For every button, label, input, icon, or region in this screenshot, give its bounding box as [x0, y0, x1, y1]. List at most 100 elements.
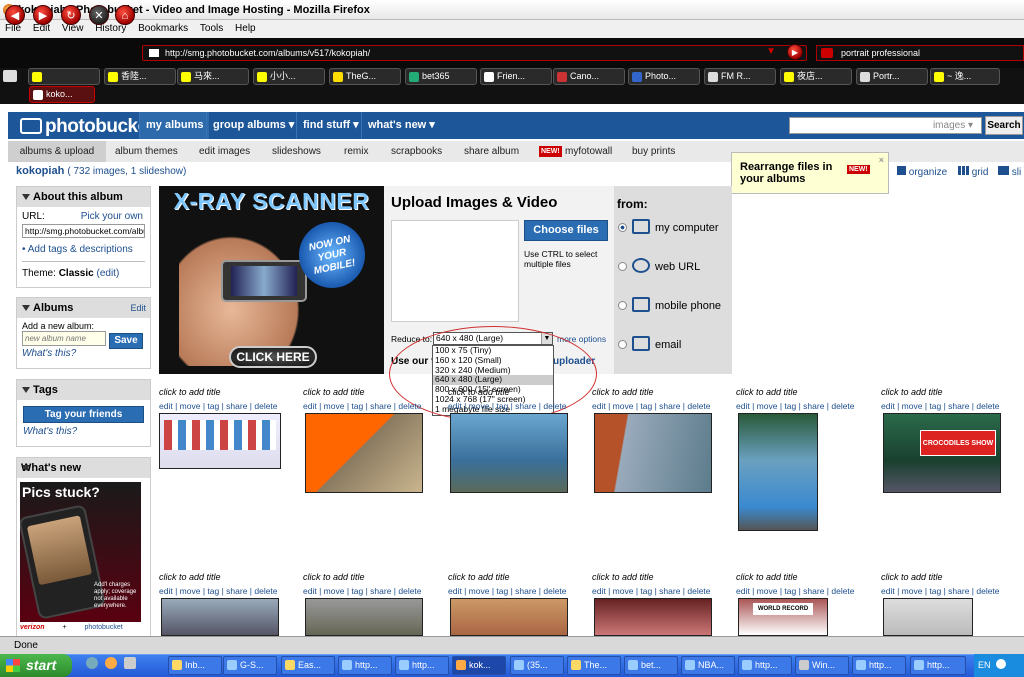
- thumb-move-link[interactable]: move: [902, 401, 923, 411]
- taskbar-item[interactable]: kok...: [452, 656, 506, 675]
- home-icon[interactable]: ⌂: [115, 5, 135, 25]
- tag-friends-button[interactable]: Tag your friends: [23, 406, 144, 423]
- save-album-button[interactable]: Save: [109, 333, 143, 349]
- thumb-delete-link[interactable]: delete: [398, 401, 421, 411]
- pig-photo[interactable]: [594, 598, 712, 636]
- verizon-ad[interactable]: Pics stuck? Add'l charges apply; coverag…: [20, 482, 141, 622]
- tray-icon[interactable]: [996, 659, 1007, 669]
- nav-whats-new[interactable]: what's new ▾: [361, 112, 441, 139]
- source-radio[interactable]: [618, 223, 627, 232]
- handler-closeup-photo[interactable]: [450, 598, 568, 636]
- thumb-move-link[interactable]: move: [613, 586, 634, 596]
- subnav-share-album[interactable]: share album: [464, 141, 519, 162]
- thumb-move-link[interactable]: move: [180, 586, 201, 596]
- thumb-edit-link[interactable]: edit: [159, 401, 173, 411]
- thumb-tag-link[interactable]: tag: [207, 586, 219, 596]
- thumb-share-link[interactable]: share: [803, 586, 824, 596]
- thumb-tag-link[interactable]: tag: [640, 401, 652, 411]
- thumb-tag-link[interactable]: tag: [351, 586, 363, 596]
- thumb-tag-link[interactable]: tag: [929, 401, 941, 411]
- tab[interactable]: ~ 逸...: [930, 68, 1000, 85]
- thumb-delete-link[interactable]: delete: [976, 401, 999, 411]
- thumb-caption[interactable]: click to add title: [303, 572, 365, 582]
- thumb-move-link[interactable]: move: [469, 401, 490, 411]
- language-indicator[interactable]: EN: [978, 660, 991, 670]
- tab-active[interactable]: koko...: [29, 86, 95, 103]
- tags-whats-this-link[interactable]: What's this?: [23, 426, 144, 437]
- thumb-share-link[interactable]: share: [226, 586, 247, 596]
- pick-your-own-link[interactable]: Pick your own: [81, 211, 143, 222]
- thumb-edit-link[interactable]: edit: [592, 401, 606, 411]
- thumb-delete-link[interactable]: delete: [831, 586, 854, 596]
- new-album-input[interactable]: [22, 331, 106, 346]
- crocodile-show-photo[interactable]: [305, 413, 423, 493]
- pb-search-button[interactable]: Search: [985, 116, 1023, 135]
- thumb-caption[interactable]: click to add title: [303, 387, 365, 397]
- thumb-tag-link[interactable]: tag: [351, 401, 363, 411]
- source-radio[interactable]: [618, 262, 627, 271]
- file-drop-area[interactable]: [391, 220, 519, 322]
- source-label[interactable]: web URL: [655, 261, 700, 273]
- taskbar-item[interactable]: http...: [338, 656, 392, 675]
- thumb-share-link[interactable]: share: [659, 586, 680, 596]
- thumb-move-link[interactable]: move: [902, 586, 923, 596]
- thumb-caption[interactable]: click to add title: [448, 572, 510, 582]
- choose-files-button[interactable]: Choose files: [524, 220, 608, 241]
- taskbar-item[interactable]: NBA...: [681, 656, 735, 675]
- subnav-album-themes[interactable]: album themes: [115, 141, 178, 162]
- pb-search-input[interactable]: images ▾: [789, 117, 982, 134]
- thumb-tag-link[interactable]: tag: [496, 401, 508, 411]
- source-label[interactable]: my computer: [655, 222, 719, 234]
- thumb-delete-link[interactable]: delete: [976, 586, 999, 596]
- tab[interactable]: 小小...: [253, 68, 325, 85]
- crocodiles-show-sign-photo[interactable]: CROCODILES SHOW: [883, 413, 1001, 493]
- albums-header[interactable]: Albums Edit: [17, 298, 150, 318]
- thumb-share-link[interactable]: share: [948, 401, 969, 411]
- tab[interactable]: Portr...: [856, 68, 928, 85]
- tab[interactable]: Frien...: [480, 68, 552, 85]
- thumb-delete-link[interactable]: delete: [398, 586, 421, 596]
- thumb-tag-link[interactable]: tag: [784, 586, 796, 596]
- taskbar-item[interactable]: Eas...: [281, 656, 335, 675]
- thumb-edit-link[interactable]: edit: [159, 586, 173, 596]
- xray-scanner-ad[interactable]: X-RAY SCANNER NOW ON YOUR MOBILE! CLICK …: [159, 186, 384, 374]
- search-engine-icon[interactable]: [821, 48, 833, 58]
- quick-launch-ff-icon[interactable]: [104, 657, 117, 669]
- thumb-move-link[interactable]: move: [757, 586, 778, 596]
- reload-icon[interactable]: ↻: [61, 5, 81, 25]
- tab[interactable]: 马來...: [177, 68, 249, 85]
- thumb-edit-link[interactable]: edit: [881, 586, 895, 596]
- thumb-share-link[interactable]: share: [226, 401, 247, 411]
- thumb-edit-link[interactable]: edit: [303, 401, 317, 411]
- click-here-button[interactable]: CLICK HERE: [229, 346, 317, 368]
- back-icon[interactable]: ◀: [5, 5, 25, 25]
- menu-bookmarks[interactable]: Bookmarks: [138, 23, 188, 34]
- tab[interactable]: [28, 68, 100, 85]
- thumb-delete-link[interactable]: delete: [543, 401, 566, 411]
- bottle-photo[interactable]: [883, 598, 973, 636]
- nav-group-albums[interactable]: group albums ▾: [206, 112, 300, 139]
- thumb-edit-link[interactable]: edit: [736, 401, 750, 411]
- thumb-share-link[interactable]: share: [659, 401, 680, 411]
- albums-whats-this-link[interactable]: What's this?: [22, 348, 145, 359]
- taskbar-item[interactable]: (35...: [510, 656, 564, 675]
- source-radio[interactable]: [618, 340, 627, 349]
- url-dropdown-icon[interactable]: ▼: [766, 45, 776, 59]
- thumb-move-link[interactable]: move: [324, 586, 345, 596]
- reduce-select[interactable]: 640 x 480 (Large) ▼: [433, 332, 553, 345]
- menu-help[interactable]: Help: [235, 23, 256, 34]
- tags-header[interactable]: Tags: [17, 380, 150, 400]
- theme-edit-link[interactable]: (edit): [97, 268, 120, 279]
- thumb-edit-link[interactable]: edit: [592, 586, 606, 596]
- taskbar-item[interactable]: bet...: [624, 656, 678, 675]
- tab[interactable]: TheG...: [329, 68, 401, 85]
- thumb-edit-link[interactable]: edit: [736, 586, 750, 596]
- thumb-delete-link[interactable]: delete: [687, 586, 710, 596]
- thumb-delete-link[interactable]: delete: [254, 586, 277, 596]
- thumb-move-link[interactable]: move: [613, 401, 634, 411]
- thumb-share-link[interactable]: share: [370, 586, 391, 596]
- start-button[interactable]: start: [0, 654, 72, 677]
- taskbar-item[interactable]: The...: [567, 656, 621, 675]
- breadcrumb-user[interactable]: kokopiah: [16, 165, 64, 177]
- subnav-edit-images[interactable]: edit images: [199, 141, 250, 162]
